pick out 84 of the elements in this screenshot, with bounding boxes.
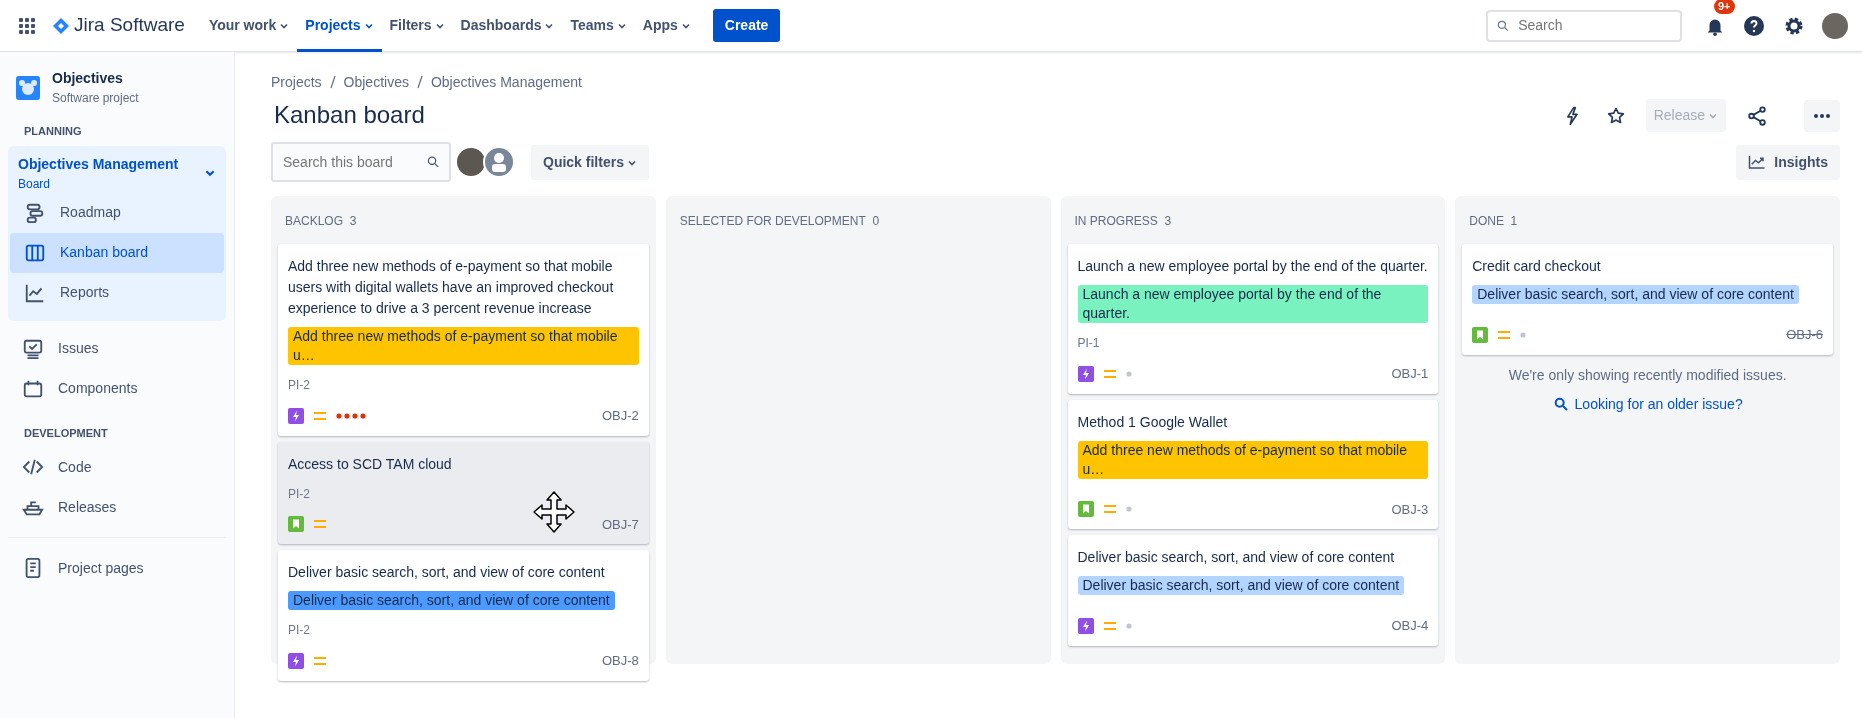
issue-key[interactable]: OBJ-2 [601, 406, 639, 426]
nav-tab[interactable]: Dashboards [452, 0, 563, 52]
nav-tab[interactable]: Projects [297, 0, 382, 52]
issue-key[interactable]: OBJ-1 [1391, 364, 1429, 384]
breadcrumb-link[interactable]: Objectives [343, 72, 409, 93]
sidebar-item[interactable]: Code [8, 447, 226, 487]
user-avatar[interactable] [1822, 12, 1848, 39]
issue-key[interactable]: OBJ-3 [1391, 499, 1429, 519]
issue-card[interactable]: Access to SCD TAM cloud PI-2 OBJ-7 [278, 441, 649, 544]
nav-tab[interactable]: Teams [562, 0, 635, 52]
sidebar-item[interactable]: Kanban board [10, 232, 224, 273]
issue-summary: Credit card checkout [1472, 257, 1602, 276]
section-heading: DEVELOPMENT [23, 425, 109, 441]
move-cursor-icon [532, 489, 576, 534]
epic-label: Deliver basic search, sort, and view of core content [1472, 285, 1799, 304]
board-selector[interactable]: Objectives Management Board [10, 149, 224, 193]
column-title: SELECTED FOR DEVELOPMENT 0 [678, 213, 881, 230]
trend-chart-icon [1748, 154, 1767, 170]
notification-badge: 9+ [1714, 0, 1735, 15]
more-icon [1813, 113, 1831, 120]
fix-version: PI-2 [288, 485, 311, 503]
epic-label: Launch a new employee portal by the end of the quarter. [1077, 285, 1429, 323]
epic-label: Deliver basic search, sort, and view of core content [1077, 576, 1405, 595]
board-search-field[interactable]: Search this board [271, 142, 451, 182]
project-name: Objectives [52, 69, 124, 88]
app-grid-icon[interactable] [18, 16, 36, 35]
issue-key[interactable]: OBJ-4 [1391, 616, 1429, 636]
fix-version: PI-1 [1077, 335, 1101, 352]
issue-summary: Access to SCD TAM cloud [288, 454, 453, 474]
search-icon [426, 154, 441, 170]
sidebar-item[interactable]: Releases [8, 487, 226, 527]
info-message: We're only showing recently modified issues. [1507, 365, 1788, 385]
issue-card[interactable]: Credit card checkout Deliver basic search, sort, and view of core content OBJ-6 [1462, 244, 1833, 355]
nav-tab[interactable]: Filters [381, 0, 453, 52]
column-title: BACKLOG 3 [284, 213, 358, 230]
search-icon [1552, 396, 1569, 412]
board-search-input[interactable]: Search this board [281, 150, 427, 174]
epic-label: Deliver basic search, sort, and view of core content [288, 591, 615, 610]
nav-tab[interactable]: Your work [200, 0, 298, 52]
breadcrumb-link[interactable]: Projects [271, 72, 322, 93]
issue-key[interactable]: OBJ-7 [601, 514, 639, 534]
fix-version: PI-2 [288, 622, 311, 639]
insights-button[interactable]: Insights [1736, 144, 1840, 180]
sidebar-item[interactable]: Components [8, 368, 226, 409]
app-name[interactable]: Jira Software [74, 11, 185, 40]
issue-summary: Method 1 Google Wallet [1077, 412, 1229, 432]
issue-summary: Add three new methods of e-payment so that mobile users with digital wallets have an improved checkout experience to drive a 3 percent revenue increase [288, 257, 615, 318]
issue-card[interactable]: Deliver basic search, sort, and view of core content Deliver basic search, sort, and view of core content OBJ-4 [1067, 535, 1439, 646]
fix-version: PI-2 [288, 377, 311, 394]
older-issue-link[interactable]: Looking for an older issue? [1462, 393, 1833, 415]
search-field[interactable]: Search [1486, 9, 1682, 42]
more-button[interactable] [1804, 99, 1840, 132]
issue-card[interactable]: Launch a new employee portal by the end of the quarter. Launch a new employee portal by the end of the quarter. PI-1 OBJ-1 [1067, 244, 1439, 394]
help-icon[interactable] [1742, 13, 1766, 38]
issue-card[interactable]: Method 1 Google Wallet Add three new methods of e-payment so that mobile u… OBJ-3 [1067, 399, 1439, 529]
column-title: IN PROGRESS 3 [1073, 213, 1173, 230]
sidebar-item[interactable]: Roadmap [10, 192, 224, 233]
project-avatar-icon [16, 75, 40, 100]
section-heading: PLANNING [23, 124, 83, 139]
quick-filters-button[interactable]: Quick filters [531, 144, 649, 180]
epic-label: Add three new methods of e-payment so that mobile u… [1077, 440, 1429, 479]
issue-card[interactable] [278, 244, 649, 436]
breadcrumb-separator-icon [329, 75, 336, 89]
sidebar-item[interactable]: Reports [10, 272, 224, 313]
project-type: Software project [52, 90, 139, 107]
issue-summary: Deliver basic search, sort, and view of core content [1077, 548, 1396, 567]
issue-summary: Deliver basic search, sort, and view of core content [288, 563, 606, 582]
create-button[interactable]: Create [712, 9, 781, 42]
monitor-check-icon [22, 337, 44, 360]
issue-card[interactable]: Deliver basic search, sort, and view of core content Deliver basic search, sort, and view of core content PI-2 OBJ-8 [278, 550, 649, 681]
issue-key[interactable]: OBJ-6 [1786, 325, 1823, 345]
diamond-logo-icon [52, 16, 70, 35]
user-avatar[interactable] [483, 146, 515, 178]
column-title: DONE 1 [1468, 213, 1519, 230]
roadmap-icon [24, 201, 46, 224]
breadcrumb-separator-icon [416, 75, 423, 89]
sidebar-item[interactable]: Project pages [8, 548, 226, 588]
sidebar-item[interactable]: Issues [8, 328, 226, 369]
page-title: Kanban board [274, 101, 425, 130]
issue-key[interactable]: OBJ-8 [601, 651, 639, 671]
epic-label: Add three new methods of e-payment so that mobile u… [288, 327, 639, 365]
breadcrumb-link[interactable]: Objectives Management [430, 72, 582, 93]
nav-tab[interactable]: Apps [634, 0, 699, 52]
issue-summary: Launch a new employee portal by the end of the quarter. [1077, 257, 1429, 276]
